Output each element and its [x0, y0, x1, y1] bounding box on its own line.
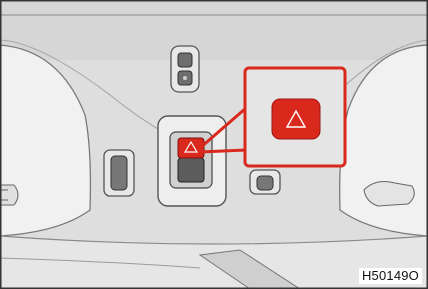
illustration-frame: H50149O — [0, 0, 428, 289]
callout-hazard-button — [271, 98, 321, 140]
overhead-console-illustration — [0, 0, 428, 289]
callout-leader-bottom — [199, 148, 247, 154]
figure-code-label: H50149O — [358, 268, 422, 284]
